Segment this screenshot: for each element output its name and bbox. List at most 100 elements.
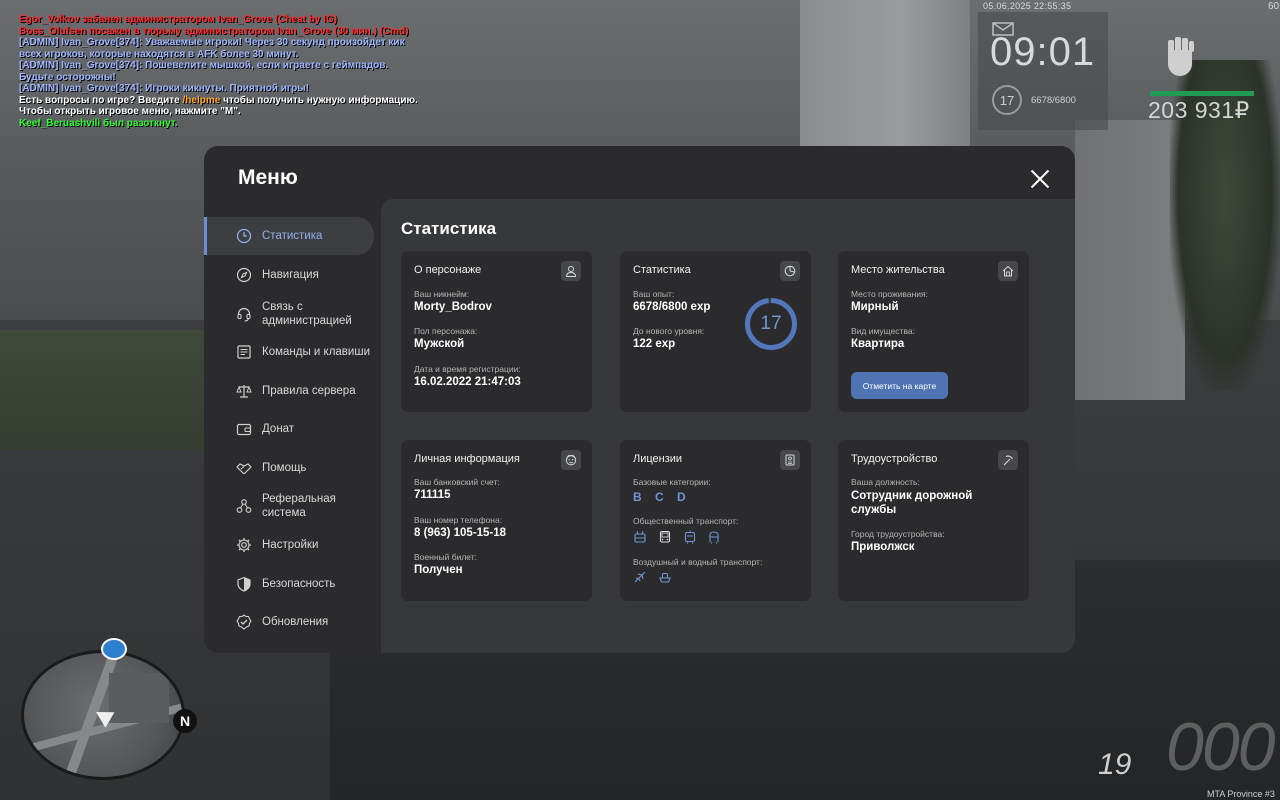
sidebar-item-help[interactable]: Помощь: [204, 449, 374, 487]
sidebar-item-statistics[interactable]: Статистика: [204, 217, 374, 255]
job-city-label: Город трудоустройства:: [851, 529, 945, 539]
chat-line: всех игроков, которые находятся в AFK бо…: [19, 48, 299, 60]
network-icon: [236, 499, 252, 513]
fist-icon: [1168, 37, 1194, 76]
sidebar-item-label: Настройки: [262, 539, 319, 551]
card-licenses: Лицензии Базовые категории: B C D Общест…: [620, 440, 811, 601]
hud-fps: 60: [1268, 1, 1280, 12]
speedometer: 000: [1166, 709, 1275, 785]
residence-label: Место проживания:: [851, 289, 928, 299]
face-icon: [561, 450, 581, 470]
sidebar-item-label: Правила сервера: [262, 385, 356, 397]
handshake-icon: [236, 463, 252, 475]
money-bar: [1150, 91, 1254, 96]
mark-on-map-button[interactable]: Отметить на карте: [851, 372, 948, 399]
sidebar-item-label: Команды и клавиши: [262, 346, 370, 358]
level-number: 17: [760, 313, 782, 334]
server-name: MTA Province #3: [1207, 789, 1275, 799]
card-personal-info: Личная информация Ваш банковский счет: 7…: [401, 440, 592, 601]
clock-icon: [236, 228, 252, 244]
chat-line: Будьте осторожны!: [19, 71, 116, 83]
chat-line: Чтобы открыть игровое меню, нажмите "M".: [19, 106, 241, 117]
card-employment: Трудоустройство Ваша должность: Сотрудни…: [838, 440, 1029, 601]
shield-icon: [237, 576, 251, 592]
chat-command: /helpme: [182, 94, 221, 106]
sidebar-item-security[interactable]: Безопасность: [204, 565, 374, 603]
chat-text: Есть вопросы по игре? Введите: [19, 94, 183, 106]
card-title: Место жительства: [851, 264, 945, 276]
military-id-label: Военный билет:: [414, 552, 478, 562]
military-id-value: Получен: [414, 564, 463, 576]
north-indicator: N: [173, 709, 197, 733]
sidebar-item-donate[interactable]: Донат: [204, 410, 374, 448]
phone-value: 8 (963) 105-15-18: [414, 527, 507, 539]
pickaxe-icon: [998, 450, 1018, 470]
sidebar-item-commands[interactable]: Команды и клавиши: [204, 333, 374, 371]
bank-account-value: 711115: [414, 489, 451, 501]
job-city-value: Приволжск: [851, 541, 915, 553]
sidebar-item-label: Статистика: [262, 230, 323, 242]
chat-text: чтобы получить нужную информацию.: [220, 94, 418, 106]
sidebar-item-label: Донат: [262, 423, 295, 435]
base-categories-value: B C D: [633, 490, 691, 504]
map-blip-icon: [101, 638, 127, 660]
stats-content: Статистика О персонаже Ваш никнейм: Mort…: [381, 199, 1075, 653]
card-about-character: О персонаже Ваш никнейм: Morty_Bodrov По…: [401, 251, 592, 412]
chat-log: Egor_Volkov забанен администратором Ivan…: [19, 14, 418, 129]
nickname-value: Morty_Bodrov: [414, 301, 492, 313]
house-icon: [998, 261, 1018, 281]
hud-level: 17: [992, 85, 1022, 115]
hud-exp: 6678/6800: [1031, 95, 1076, 106]
speedometer-gear: 19: [1098, 748, 1132, 781]
next-level-label: До нового уровня:: [633, 326, 705, 336]
chat-line: Boss_Olufsen посажен в тюрьму администра…: [19, 25, 409, 37]
game-building: [1075, 120, 1185, 400]
air-water-transport-label: Воздушный и водный транспорт:: [633, 557, 763, 567]
public-transport-label: Общественный транспорт:: [633, 516, 739, 526]
property-type-value: Квартира: [851, 338, 905, 350]
check-badge-icon: [236, 614, 252, 630]
id-card-icon: [780, 450, 800, 470]
sidebar-item-navigation[interactable]: Навигация: [204, 256, 374, 294]
base-categories-label: Базовые категории:: [633, 477, 711, 487]
headset-icon: [237, 307, 251, 322]
wallet-icon: [236, 423, 252, 436]
next-level-value: 122 exp: [633, 338, 676, 350]
sidebar-item-rules[interactable]: Правила сервера: [204, 372, 374, 410]
registration-label: Дата и время регистрации:: [414, 364, 521, 374]
user-icon: [561, 261, 581, 281]
nickname-label: Ваш никнейм:: [414, 289, 470, 299]
card-title: Трудоустройство: [851, 453, 938, 465]
compass-icon: [236, 267, 252, 283]
card-title: Личная информация: [414, 453, 520, 465]
close-icon[interactable]: [1030, 169, 1050, 189]
chat-line: [ADMIN] Ivan_Grove[374]: Пошевелите мышк…: [19, 60, 389, 71]
card-statistics: Статистика Ваш опыт: 6678/6800 exp До но…: [620, 251, 811, 412]
gear-icon: [237, 538, 251, 552]
trolleybus-icon: [634, 530, 646, 543]
scales-icon: [236, 385, 252, 398]
content-title: Статистика: [401, 219, 497, 238]
phone-label: Ваш номер телефона:: [414, 515, 503, 525]
bus-icon: [659, 530, 671, 543]
sidebar-item-admin-contact[interactable]: Связь с администрацией: [204, 294, 374, 334]
card-title: О персонаже: [414, 264, 482, 276]
sidebar-item-settings[interactable]: Настройки: [204, 526, 374, 564]
tram-icon: [684, 530, 696, 544]
sidebar-item-label: Помощь: [262, 462, 307, 474]
card-title: Лицензии: [633, 453, 683, 465]
sidebar-item-referral[interactable]: Реферальная система: [204, 486, 374, 526]
plane-icon: [634, 571, 646, 583]
chat-line: [ADMIN] Ivan_Grove[374]: Игроки кикнуты.…: [19, 83, 310, 94]
job-title-label: Ваша должность:: [851, 477, 920, 487]
chat-line: Keef_Beruashvili был разоткнут.: [19, 117, 178, 129]
list-icon: [237, 345, 251, 359]
job-title-value: Сотрудник дорожной службы: [851, 490, 973, 516]
sidebar-item-updates[interactable]: Обновления: [204, 603, 374, 641]
hud-date: 05.06.2025 22:55:35: [983, 1, 1072, 11]
boat-icon: [659, 573, 671, 583]
chat-line: [ADMIN] Ivan_Grove[374]: Уважаемые игрок…: [19, 37, 405, 48]
hud-clock: 09:01: [990, 30, 1096, 74]
metro-icon: [709, 531, 719, 544]
property-type-label: Вид имущества:: [851, 326, 915, 336]
